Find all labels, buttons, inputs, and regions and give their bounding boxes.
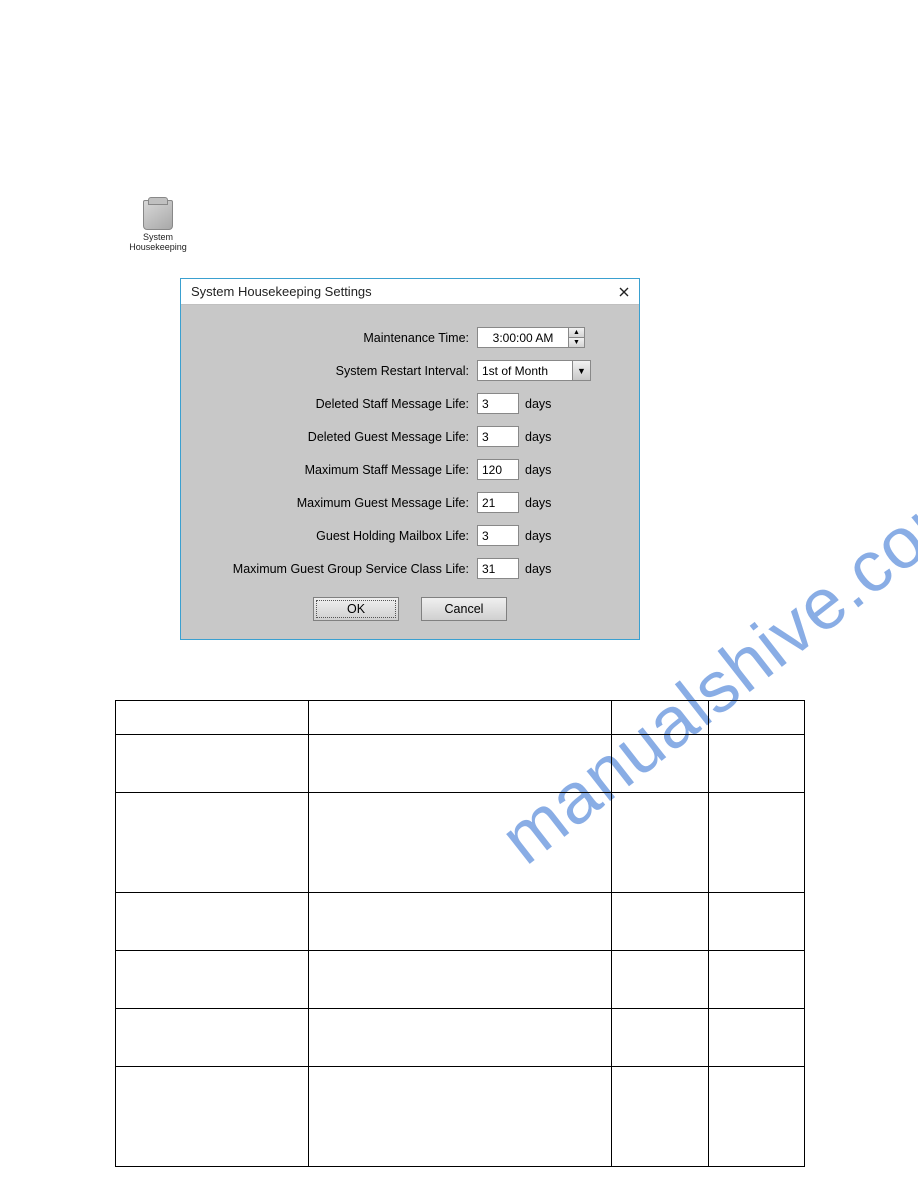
trash-can-icon [143,200,173,230]
close-icon[interactable] [615,283,633,301]
unit-deleted-guest: days [525,430,551,444]
label-maintenance-time: Maintenance Time: [197,331,477,345]
label-restart-interval: System Restart Interval: [197,364,477,378]
unit-group-service: days [525,562,551,576]
deleted-guest-input[interactable] [477,426,519,447]
row-deleted-guest: Deleted Guest Message Life: days [197,426,623,447]
max-staff-input[interactable] [477,459,519,480]
time-spinner: ▲ ▼ [569,327,585,348]
label-holding-mailbox: Guest Holding Mailbox Life: [197,529,477,543]
row-maintenance-time: Maintenance Time: ▲ ▼ [197,327,623,348]
system-housekeeping-dialog: System Housekeeping Settings Maintenance… [180,278,640,640]
empty-settings-table [115,700,805,1167]
max-guest-input[interactable] [477,492,519,513]
maintenance-time-control: ▲ ▼ [477,327,585,348]
dialog-button-row: OK Cancel [197,597,623,621]
unit-deleted-staff: days [525,397,551,411]
table-row [116,793,805,893]
row-deleted-staff: Deleted Staff Message Life: days [197,393,623,414]
dialog-titlebar: System Housekeeping Settings [181,279,639,305]
group-service-input[interactable] [477,558,519,579]
table-row [116,893,805,951]
unit-max-guest: days [525,496,551,510]
table-row [116,735,805,793]
maintenance-time-input[interactable] [477,327,569,348]
row-group-service: Maximum Guest Group Service Class Life: … [197,558,623,579]
table-row [116,701,805,735]
chevron-down-icon[interactable]: ▼ [573,360,591,381]
dialog-title: System Housekeeping Settings [191,284,372,299]
ok-button[interactable]: OK [313,597,399,621]
restart-interval-select[interactable] [477,360,573,381]
label-max-staff: Maximum Staff Message Life: [197,463,477,477]
table-row [116,951,805,1009]
row-max-guest: Maximum Guest Message Life: days [197,492,623,513]
deleted-staff-input[interactable] [477,393,519,414]
label-group-service: Maximum Guest Group Service Class Life: [197,562,477,576]
row-restart-interval: System Restart Interval: ▼ [197,360,623,381]
system-housekeeping-desktop-icon[interactable]: System Housekeeping [123,200,193,252]
row-holding-mailbox: Guest Holding Mailbox Life: days [197,525,623,546]
label-max-guest: Maximum Guest Message Life: [197,496,477,510]
label-deleted-staff: Deleted Staff Message Life: [197,397,477,411]
label-deleted-guest: Deleted Guest Message Life: [197,430,477,444]
unit-holding-mailbox: days [525,529,551,543]
table-row [116,1009,805,1067]
cancel-button[interactable]: Cancel [421,597,507,621]
row-max-staff: Maximum Staff Message Life: days [197,459,623,480]
table-row [116,1067,805,1167]
dialog-body: Maintenance Time: ▲ ▼ System Restart Int… [181,305,639,639]
spinner-up-icon[interactable]: ▲ [569,327,585,337]
unit-max-staff: days [525,463,551,477]
desktop-icon-label: System Housekeeping [123,232,193,252]
spinner-down-icon[interactable]: ▼ [569,337,585,348]
restart-interval-control: ▼ [477,360,591,381]
holding-mailbox-input[interactable] [477,525,519,546]
